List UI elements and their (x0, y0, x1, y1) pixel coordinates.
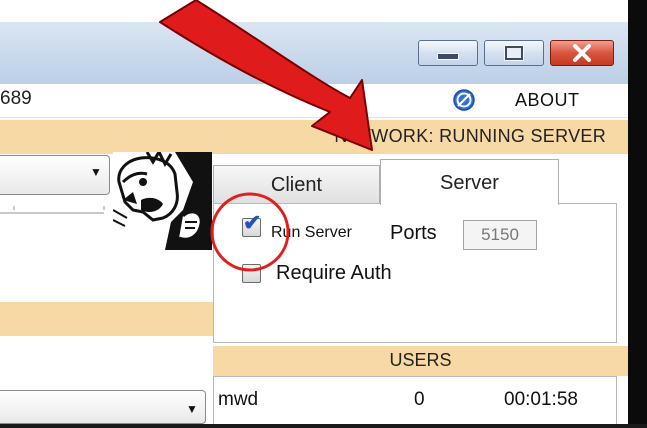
window-frame-right (628, 0, 647, 428)
avatar-icon (113, 152, 212, 250)
user-name[interactable]: mwd (218, 389, 258, 411)
ports-input[interactable] (463, 220, 537, 250)
users-header: USERS (213, 346, 628, 376)
dropdown-arrow-icon[interactable]: ▼ (186, 402, 198, 416)
close-button[interactable] (550, 40, 614, 66)
network-status-header: NETWORK: RUNNING SERVER (213, 120, 628, 154)
users-header-text: USERS (389, 350, 452, 370)
tab-server[interactable]: Server (380, 159, 559, 205)
menu-left-text: 689 (0, 88, 32, 109)
minimize-button[interactable] (418, 40, 478, 66)
user-count: 0 (414, 389, 425, 410)
user-time: 00:01:58 (504, 389, 578, 410)
close-icon (573, 44, 591, 62)
tab-client[interactable]: Client (213, 165, 380, 203)
require-auth-checkbox[interactable] (242, 264, 261, 283)
left-section-header (0, 120, 213, 154)
about-link[interactable]: ABOUT (515, 90, 580, 111)
maximize-button[interactable] (484, 40, 544, 66)
left-section-header-2 (0, 302, 213, 336)
run-server-label[interactable]: Run Server (271, 224, 352, 242)
about-icon[interactable] (452, 88, 476, 112)
left-slider[interactable] (0, 201, 110, 225)
network-status-text: NETWORK: RUNNING SERVER (334, 126, 606, 146)
top-strip (0, 0, 628, 22)
minimize-icon (437, 53, 459, 60)
tab-server-label: Server (440, 172, 499, 194)
maximize-icon (504, 45, 524, 61)
dropdown-arrow-icon[interactable]: ▼ (90, 165, 102, 179)
tab-client-label: Client (270, 174, 323, 196)
window-frame-bottom (0, 424, 647, 428)
checkmark-icon: ✔ (243, 210, 262, 235)
bottom-dropdown[interactable] (0, 390, 206, 424)
ports-label: Ports (390, 222, 437, 244)
require-auth-label[interactable]: Require Auth (276, 262, 392, 285)
